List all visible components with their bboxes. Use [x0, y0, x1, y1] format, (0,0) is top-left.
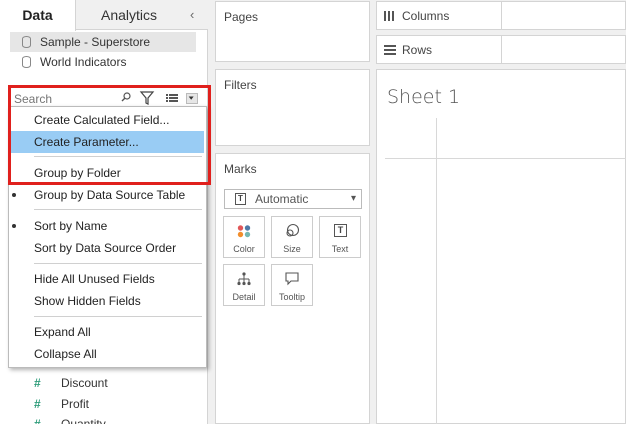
menu-separator	[34, 316, 202, 317]
text-button[interactable]: T Text	[319, 216, 361, 258]
rows-icon	[384, 45, 396, 55]
filter-icon[interactable]	[137, 89, 157, 107]
menu-separator	[34, 209, 202, 210]
text-label: Text	[331, 244, 349, 254]
tooltip-button[interactable]: Tooltip	[271, 264, 313, 306]
field-label: Quantity	[61, 417, 106, 424]
menu-item-hide-all-unused-fields[interactable]: Hide All Unused Fields	[9, 268, 206, 290]
data-source-label: Sample - Superstore	[40, 35, 151, 49]
columns-shelf[interactable]: Columns	[376, 1, 626, 30]
mark-type-label: Automatic	[255, 192, 309, 206]
color-label: Color	[233, 244, 255, 254]
menu-separator	[34, 263, 202, 264]
worksheet-canvas[interactable]: Sheet 1	[376, 69, 626, 424]
view-options-button[interactable]	[163, 89, 201, 107]
menu-item-group-by-data-source-table[interactable]: Group by Data Source Table	[9, 184, 206, 206]
checked-bullet-icon	[12, 224, 16, 228]
tab-data[interactable]: Data	[0, 0, 76, 31]
detail-label: Detail	[232, 292, 256, 302]
columns-label: Columns	[402, 9, 450, 23]
menu-item-label: Create Calculated Field...	[34, 113, 170, 127]
data-pane-tabs: Data Analytics ‹	[0, 0, 208, 31]
marks-title: Marks	[224, 162, 257, 176]
menu-item-label: Group by Data Source Table	[34, 188, 186, 202]
data-pane-menu: Create Calculated Field... Create Parame…	[8, 106, 207, 368]
measure-icon: #	[34, 417, 41, 424]
collapse-pane-icon[interactable]: ‹	[190, 7, 194, 22]
size-label: Size	[283, 244, 301, 254]
menu-item-label: Group by Folder	[34, 166, 121, 180]
field-label: Profit	[61, 397, 90, 411]
detail-button[interactable]: Detail	[223, 264, 265, 306]
tab-analytics[interactable]: Analytics	[76, 0, 182, 30]
filters-title: Filters	[224, 78, 257, 92]
detail-icon	[237, 272, 251, 286]
checked-bullet-icon	[12, 193, 16, 197]
pages-title: Pages	[224, 10, 259, 24]
menu-item-create-parameter[interactable]: Create Parameter...	[11, 131, 204, 153]
shelf-divider	[501, 36, 502, 63]
menu-separator	[34, 156, 202, 157]
mark-type-dropdown[interactable]: T Automatic ▾	[224, 189, 362, 209]
menu-item-label: Show Hidden Fields	[34, 294, 141, 308]
menu-item-collapse-all[interactable]: Collapse All	[9, 343, 206, 365]
menu-item-label: Create Parameter...	[34, 135, 139, 149]
menu-item-label: Collapse All	[34, 347, 97, 361]
menu-item-sort-by-name[interactable]: Sort by Name	[9, 215, 206, 237]
field-label: Discount	[61, 376, 108, 390]
vertical-divider	[436, 118, 437, 424]
sheet-title[interactable]: Sheet 1	[387, 86, 460, 108]
list-view-icon	[166, 94, 178, 102]
measure-icon: #	[34, 397, 41, 411]
rows-label: Rows	[402, 43, 433, 57]
shelf-divider	[501, 2, 502, 29]
horizontal-divider	[385, 158, 626, 159]
text-icon: T	[334, 224, 347, 237]
menu-item-create-calculated-field[interactable]: Create Calculated Field...	[9, 109, 206, 131]
data-source-item[interactable]: World Indicators	[10, 52, 196, 72]
size-button[interactable]: Size	[271, 216, 313, 258]
menu-item-label: Sort by Name	[34, 219, 108, 233]
menu-item-label: Sort by Data Source Order	[34, 241, 177, 255]
tooltip-label: Tooltip	[278, 292, 305, 302]
search-icon[interactable]	[121, 92, 131, 102]
database-icon	[22, 56, 31, 68]
measure-icon: #	[34, 376, 41, 390]
rows-shelf[interactable]: Rows	[376, 35, 626, 64]
menu-item-show-hidden-fields[interactable]: Show Hidden Fields	[9, 290, 206, 312]
menu-item-label: Hide All Unused Fields	[34, 272, 155, 286]
filters-shelf[interactable]: Filters	[215, 69, 370, 146]
text-icon: T	[235, 193, 246, 205]
size-icon	[286, 223, 300, 237]
color-button[interactable]: Color	[223, 216, 265, 258]
columns-icon	[384, 11, 394, 21]
chevron-down-icon: ▾	[350, 193, 356, 204]
menu-item-label: Expand All	[34, 325, 91, 339]
color-icon	[237, 225, 251, 238]
pages-shelf[interactable]: Pages	[215, 1, 370, 62]
tooltip-icon	[285, 272, 299, 286]
database-icon	[22, 36, 31, 48]
data-source-item[interactable]: Sample - Superstore	[10, 32, 196, 52]
data-source-label: World Indicators	[40, 55, 127, 69]
menu-item-group-by-folder[interactable]: Group by Folder	[9, 162, 206, 184]
marks-card: Marks T Automatic ▾ Color Size T Text De…	[215, 153, 370, 424]
search-input[interactable]	[14, 91, 130, 107]
menu-item-sort-by-data-source-order[interactable]: Sort by Data Source Order	[9, 237, 206, 259]
dropdown-arrow-icon[interactable]	[186, 93, 198, 104]
menu-item-expand-all[interactable]: Expand All	[9, 321, 206, 343]
